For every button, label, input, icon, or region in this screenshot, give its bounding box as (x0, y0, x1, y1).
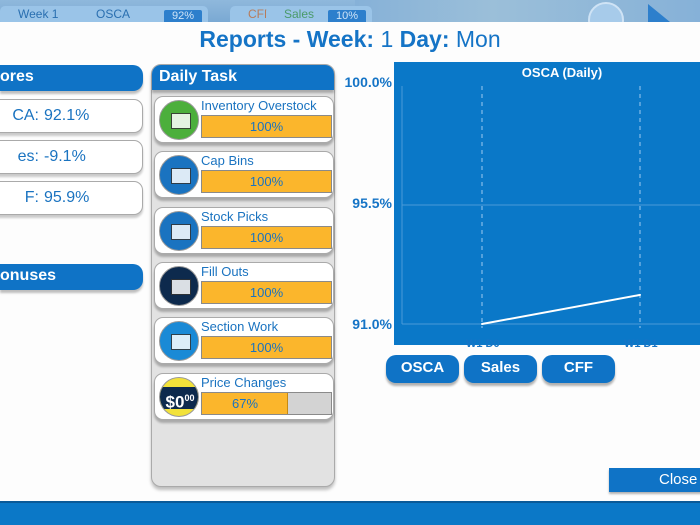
y-tick-label: 100.0% (344, 74, 392, 90)
sales-button[interactable]: Sales (464, 355, 537, 383)
task-progress-label: 100% (249, 285, 284, 300)
task-card[interactable]: Inventory Overstock 100% (154, 96, 334, 143)
task-name: Price Changes (201, 375, 287, 390)
task-progress-label: 100% (249, 340, 284, 355)
score-sales: es: -9.1% (0, 140, 143, 174)
daily-task-panel: Daily Task Inventory Overstock 100% Cap Bi… (151, 64, 335, 487)
fill-outs-icon (159, 266, 199, 306)
score-cff: F: 95.9% (0, 181, 143, 215)
score-label: F: (24, 189, 39, 206)
title-day-label: Day: (399, 26, 450, 52)
score-value: 95.9% (44, 189, 90, 206)
task-progress-bar: 100% (201, 170, 332, 193)
title-week: 1 (380, 26, 394, 52)
hud-sales: Sales 10% (266, 6, 372, 22)
task-progress-bar: 100% (201, 226, 332, 249)
y-tick-label: 91.0% (352, 316, 392, 332)
x-tick-label: W1 D1 (624, 338, 658, 350)
score-value: -9.1% (44, 148, 86, 165)
task-name: Fill Outs (201, 264, 249, 279)
chart-title: OSCA (Daily) (521, 65, 603, 80)
title-day: Mon (455, 26, 501, 52)
section-work-icon (159, 321, 199, 361)
close-button[interactable]: Close (609, 468, 700, 492)
task-progress-label: 67% (231, 396, 259, 411)
score-value: 92.1% (44, 107, 90, 124)
y-tick-label: 95.5% (352, 195, 392, 211)
price-changes-icon: $000 (159, 377, 199, 417)
score-label: es: (17, 148, 39, 165)
task-progress-bar: 100% (201, 336, 332, 359)
play-icon (648, 4, 670, 22)
task-name: Inventory Overstock (201, 98, 317, 113)
task-card[interactable]: Fill Outs 100% (154, 262, 334, 309)
stock-picks-icon (159, 211, 199, 251)
daily-task-header: Daily Task (152, 65, 334, 90)
task-progress-bar: 67% (201, 392, 332, 415)
inventory-overstock-icon (159, 100, 199, 140)
hud-osca: OSCA 92% (78, 6, 208, 22)
page-title: Reports - Week: 1 Day: Mon (0, 26, 700, 53)
task-card[interactable]: Stock Picks 100% (154, 207, 334, 254)
hud-week: Week 1 (0, 6, 88, 22)
osca-button[interactable]: OSCA (386, 355, 459, 383)
series-line-osca (481, 293, 641, 325)
score-osca: CA: 92.1% (0, 99, 143, 133)
task-card[interactable]: $000 Price Changes 67% (154, 373, 334, 420)
task-card[interactable]: Cap Bins 100% (154, 151, 334, 198)
task-progress-label: 100% (249, 230, 284, 245)
data-point (481, 323, 483, 325)
task-progress-bar: 100% (201, 281, 332, 304)
hud-osca-label: OSCA (96, 7, 131, 21)
cap-bins-icon (159, 155, 199, 195)
task-name: Section Work (201, 319, 279, 334)
task-name: Cap Bins (201, 153, 254, 168)
score-label: CA: (12, 107, 39, 124)
task-name: Stock Picks (201, 209, 269, 224)
cff-button[interactable]: CFF (542, 355, 615, 383)
title-prefix: Reports - Week: (199, 26, 375, 52)
task-progress-bar: 100% (201, 115, 332, 138)
hud-sales-label: Sales (284, 7, 315, 21)
hud-sales-value: 10% (327, 10, 366, 22)
task-progress-label: 100% (249, 119, 284, 134)
osca-chart (401, 86, 700, 328)
bonuses-header: onuses (0, 264, 143, 290)
hud-week-label: Week 1 (18, 7, 59, 21)
footer-bar (0, 501, 700, 525)
background-hud: Week 1 OSCA 92% CFF 95% Sales 10% (0, 0, 700, 22)
task-progress-label: 100% (249, 174, 284, 189)
data-point (639, 293, 641, 296)
x-tick-label: W1 D0 (466, 338, 500, 350)
task-card[interactable]: Section Work 100% (154, 317, 334, 364)
scores-header: ores (0, 65, 143, 91)
hud-osca-value: 92% (163, 10, 202, 22)
